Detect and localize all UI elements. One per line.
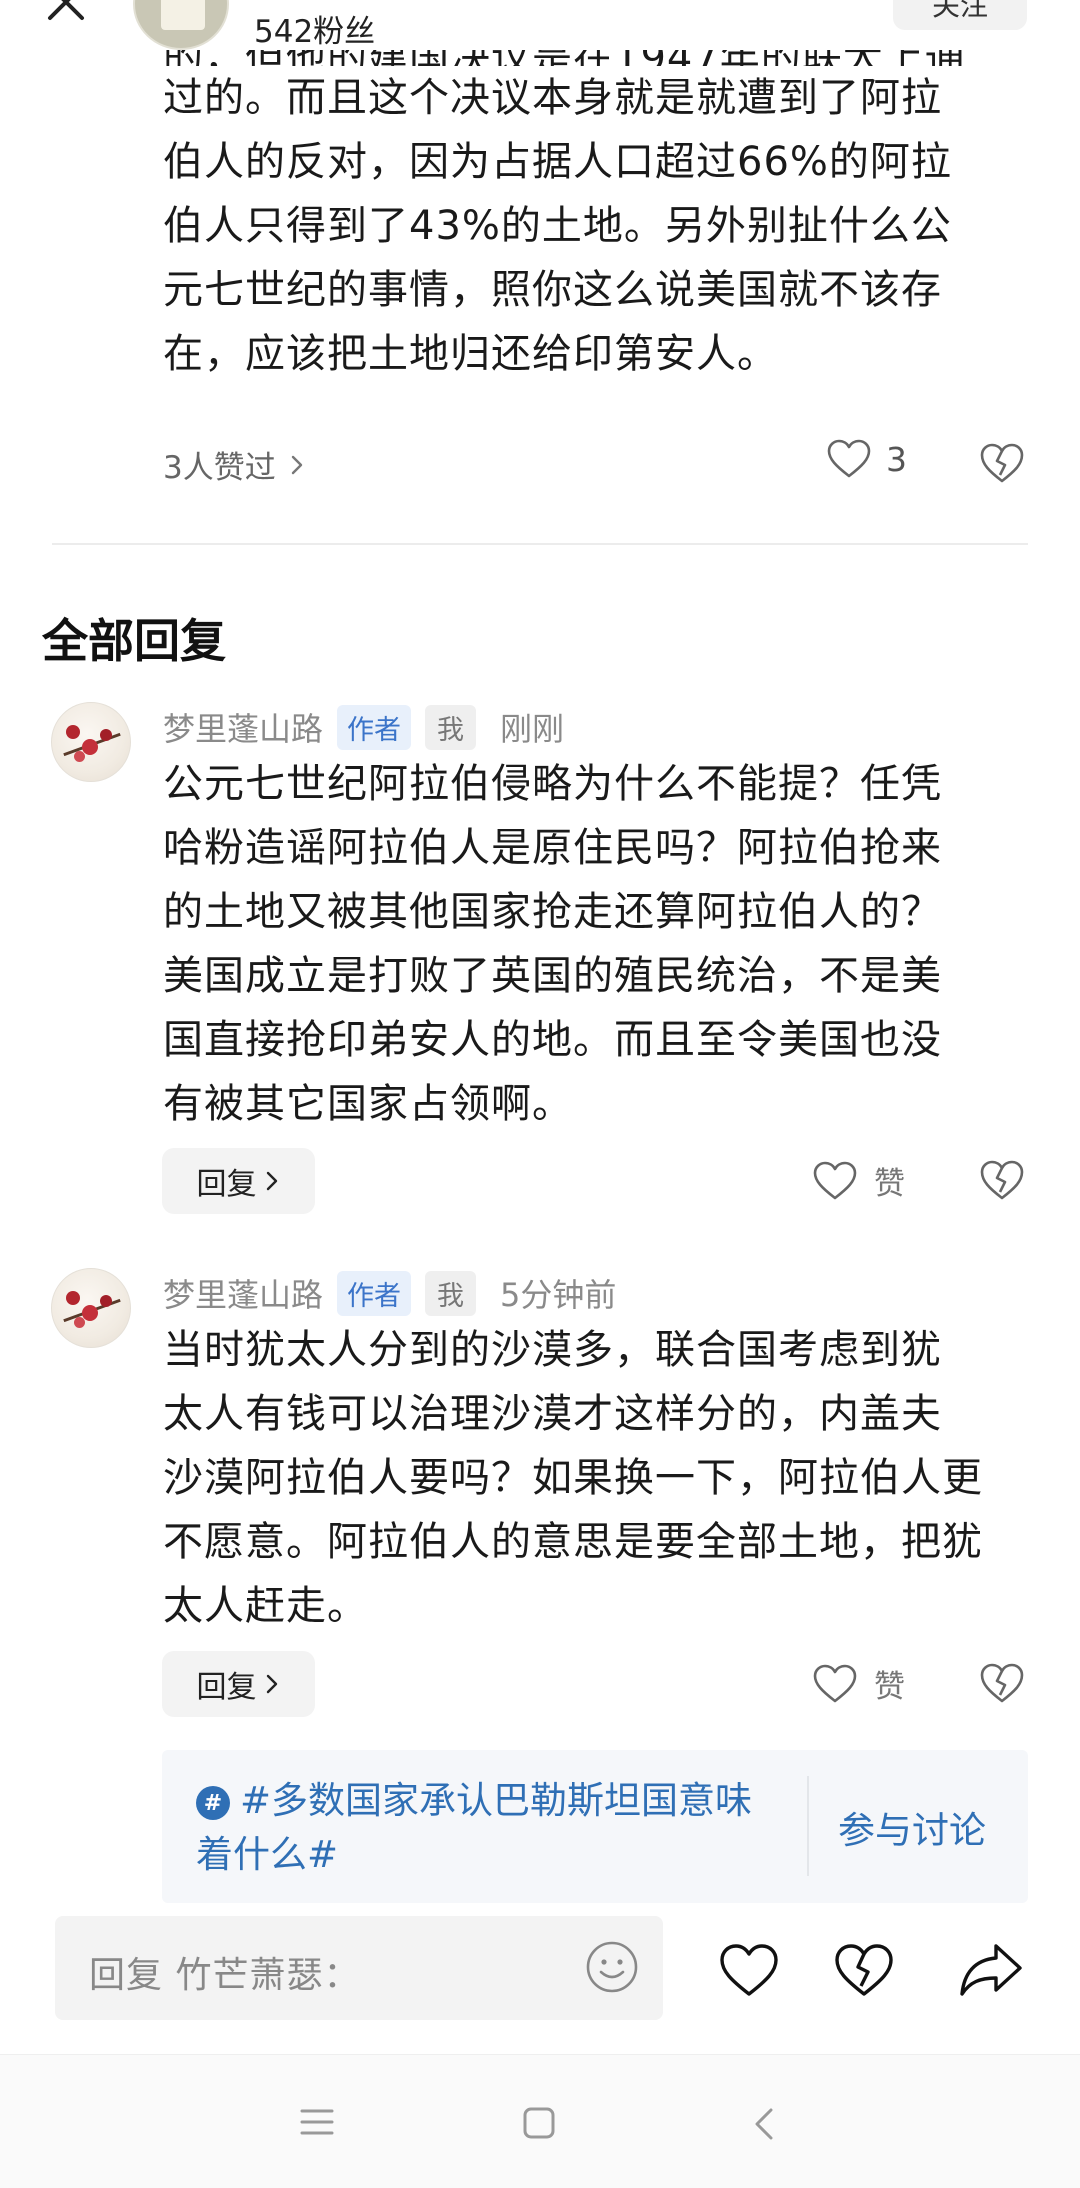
me-badge: 我 [425, 704, 477, 750]
like-button[interactable]: 3 [826, 438, 907, 480]
main-comment-text: 的，但他的建国决议是在1947年的联大上通 过的。而且这个决议本身就是就遭到了阿… [163, 35, 1013, 386]
reply-text: 公元七世纪阿拉伯侵略为什么不能提？任凭 哈粉造谣阿拉伯人是原住民吗？阿拉伯抢来 … [163, 752, 1013, 1136]
heart-icon[interactable] [718, 1942, 780, 1998]
follow-button[interactable]: 关注 [893, 0, 1027, 30]
avatar[interactable] [51, 702, 131, 782]
likers-text: 3人赞过 [163, 450, 276, 486]
comment-line: 伯人的反对，因为占据人口超过66%的阿拉 [163, 139, 952, 185]
reply-input-placeholder: 回复 竹芒萧瑟： [89, 1955, 361, 1996]
fans-count: 542粉丝 [254, 14, 376, 50]
comment-line: 在，应该把土地归还给印第安人。 [163, 331, 778, 377]
comment-line: 伯人只得到了43%的土地。另外别扯什么公 [163, 203, 952, 249]
likers-link[interactable]: 3人赞过 [163, 442, 308, 487]
like-button[interactable]: 赞 [812, 1661, 905, 1706]
top-header: 542粉丝 关注 [0, 0, 1080, 50]
like-label: 赞 [874, 1166, 905, 1202]
reply-line: 不愿意。阿拉伯人的意思是要全部土地，把犹 [163, 1519, 983, 1565]
avatar[interactable] [51, 1268, 131, 1348]
author-avatar[interactable] [133, 0, 229, 50]
reply-line: 哈粉造谣阿拉伯人是原住民吗？阿拉伯抢来 [163, 825, 942, 871]
timestamp: 刚刚 [500, 710, 565, 748]
reply-button-label: 回复 [196, 1167, 257, 1202]
reply-button[interactable]: 回复 [162, 1148, 315, 1214]
emoji-icon[interactable] [585, 1940, 639, 1994]
reply-meta: 梦里蓬山路 作者 我 刚刚 [163, 704, 564, 750]
reply-line: 当时犹太人分到的沙漠多，联合国考虑到犹 [163, 1327, 942, 1373]
comment-line: 元七世纪的事情，照你这么说美国就不该存 [163, 267, 942, 313]
reply-line: 有被其它国家占领啊。 [163, 1081, 573, 1127]
like-button[interactable]: 赞 [812, 1158, 905, 1203]
menu-icon[interactable] [300, 2107, 334, 2141]
comment-line: 过的。而且这个决议本身就是就遭到了阿拉 [163, 75, 942, 121]
divider [52, 543, 1028, 545]
reply-line: 太人有钱可以治理沙漠才这样分的，内盖夫 [163, 1391, 942, 1437]
reply-line: 国直接抢印弟安人的地。而且至令美国也没 [163, 1017, 942, 1063]
timestamp: 5分钟前 [500, 1276, 617, 1314]
broken-heart-icon[interactable] [833, 1942, 895, 1998]
me-badge: 我 [425, 1270, 477, 1316]
like-count: 3 [886, 439, 907, 479]
broken-heart-icon[interactable] [979, 441, 1025, 485]
divider [807, 1776, 809, 1876]
topic-title[interactable]: #多数国家承认巴勒斯坦国意味着什么# [196, 1774, 756, 1882]
share-icon[interactable] [958, 1942, 1024, 1998]
section-title: 全部回复 [42, 614, 226, 668]
broken-heart-icon[interactable] [979, 1158, 1025, 1202]
reply-text: 当时犹太人分到的沙漠多，联合国考虑到犹 太人有钱可以治理沙漠才这样分的，内盖夫 … [163, 1318, 1013, 1638]
reply-meta: 梦里蓬山路 作者 我 5分钟前 [163, 1270, 616, 1316]
topic-card[interactable]: # #多数国家承认巴勒斯坦国意味着什么# 参与讨论 [162, 1750, 1028, 1903]
reply-line: 太人赶走。 [163, 1583, 368, 1629]
bottom-action-bar: 回复 竹芒萧瑟： [0, 1904, 1080, 2054]
like-label: 赞 [874, 1669, 905, 1705]
reply-line: 美国成立是打败了英国的殖民统治，不是美 [163, 953, 942, 999]
reply-line: 的土地又被其他国家抢走还算阿拉伯人的？ [163, 889, 942, 935]
system-nav-bar [0, 2054, 1080, 2188]
chevron-right-icon [266, 1171, 277, 1191]
heart-icon [813, 1664, 857, 1702]
close-icon[interactable] [44, 0, 88, 26]
reply-button-label: 回复 [196, 1670, 257, 1705]
author-badge: 作者 [337, 704, 412, 750]
author-badge: 作者 [337, 1270, 412, 1316]
home-icon[interactable] [522, 2107, 556, 2145]
reply-line: 公元七世纪阿拉伯侵略为什么不能提？任凭 [163, 761, 942, 807]
chevron-right-icon [291, 455, 302, 474]
reply-line: 沙漠阿拉伯人要吗？如果换一下，阿拉伯人更 [163, 1455, 983, 1501]
username[interactable]: 梦里蓬山路 [163, 1270, 323, 1316]
username[interactable]: 梦里蓬山路 [163, 704, 323, 750]
heart-icon [813, 1161, 857, 1199]
join-discussion-button[interactable]: 参与讨论 [838, 1800, 986, 1854]
heart-icon [827, 439, 871, 478]
reply-button[interactable]: 回复 [162, 1651, 315, 1717]
chevron-right-icon [266, 1674, 277, 1694]
reply-input[interactable]: 回复 竹芒萧瑟： [55, 1916, 663, 2020]
broken-heart-icon[interactable] [979, 1661, 1025, 1705]
back-icon[interactable] [752, 2107, 776, 2145]
